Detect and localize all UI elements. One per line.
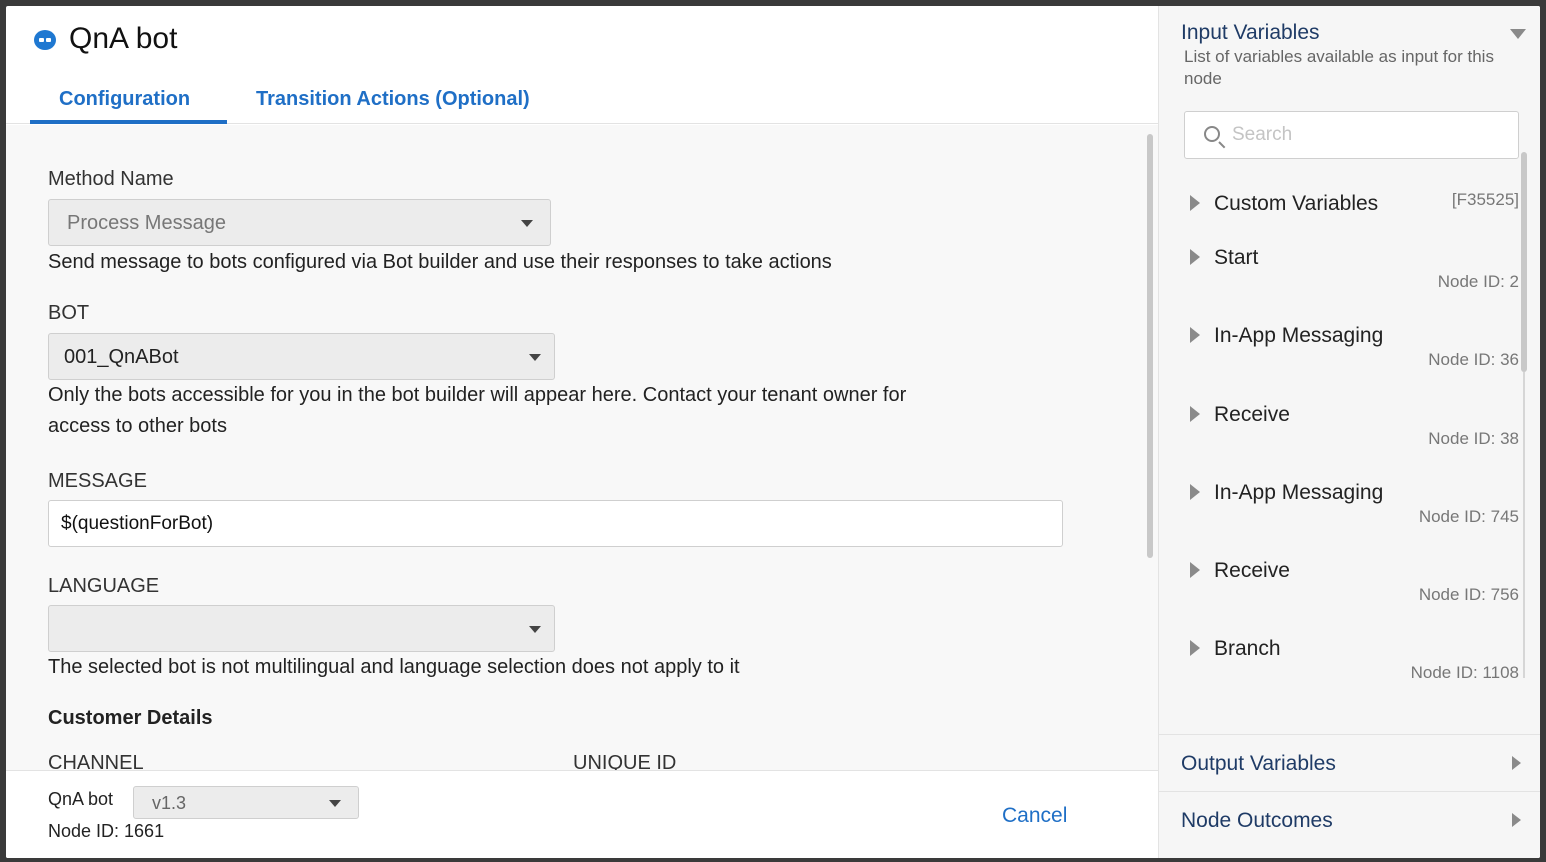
bot-value: 001_QnABot [64, 346, 179, 368]
output-variables-section[interactable]: Output Variables [1159, 734, 1540, 792]
node-outcomes-section[interactable]: Node Outcomes [1159, 791, 1540, 849]
message-value: $(questionForBot) [61, 513, 214, 534]
output-variables-heading: Output Variables [1181, 752, 1336, 775]
tree-item-in-app-messaging[interactable]: In-App Messaging Node ID: 745 [1159, 473, 1540, 533]
caret-right-icon[interactable] [1190, 406, 1200, 422]
caret-right-icon[interactable] [1190, 249, 1200, 265]
tree-item-node-id: Node ID: 1108 [1410, 663, 1519, 682]
variables-scrollbar[interactable] [1521, 152, 1527, 372]
tree-item-label: In-App Messaging [1214, 324, 1384, 347]
caret-right-icon[interactable] [1190, 327, 1200, 343]
tree-item-custom-variables[interactable]: Custom Variables [F35525] [1159, 184, 1540, 244]
tree-item-label: Custom Variables [1214, 192, 1379, 215]
input-variables-description: List of variables available as input for… [1184, 47, 1494, 88]
bot-label: BOT [48, 302, 90, 324]
config-panel: QnA bot Configuration Transition Actions… [6, 6, 1158, 858]
variable-search-box [1184, 111, 1519, 159]
method-help-text: Send message to bots configured via Bot … [48, 251, 832, 273]
collapse-icon[interactable] [1510, 29, 1526, 39]
language-help-text: The selected bot is not multilingual and… [48, 656, 740, 678]
tree-item-label: Receive [1214, 559, 1290, 582]
caret-right-icon [1512, 756, 1521, 770]
caret-right-icon[interactable] [1190, 562, 1200, 578]
caret-right-icon[interactable] [1190, 195, 1200, 211]
message-label: MESSAGE [48, 470, 147, 492]
footer-node-name: QnA bot [48, 789, 114, 809]
node-outcomes-heading: Node Outcomes [1181, 809, 1333, 832]
language-label: LANGUAGE [48, 575, 160, 597]
tree-item-label: In-App Messaging [1214, 481, 1384, 504]
dialog-header: QnA bot Configuration Transition Actions… [6, 6, 1158, 124]
caret-right-icon[interactable] [1190, 484, 1200, 500]
form-scrollbar[interactable] [1147, 134, 1153, 558]
language-select[interactable] [48, 605, 555, 652]
version-select[interactable]: v1.3 [133, 786, 359, 819]
tree-item-node-id: Node ID: 756 [1418, 585, 1519, 604]
bot-select[interactable]: 001_QnABot [48, 333, 555, 380]
tab-configuration[interactable]: Configuration [59, 88, 190, 111]
tree-item-tag: [F35525] [1451, 190, 1519, 209]
method-name-label: Method Name [48, 168, 174, 190]
tree-item-label: Receive [1214, 403, 1290, 426]
chevron-down-icon [329, 800, 341, 807]
tree-item-node-id: Node ID: 2 [1437, 272, 1519, 291]
tree-item-branch[interactable]: Branch Node ID: 1108 [1159, 629, 1540, 689]
dialog-footer: QnA bot v1.3 Node ID: 1661 Cancel [6, 770, 1158, 858]
tab-transition-actions[interactable]: Transition Actions (Optional) [256, 88, 530, 111]
tree-item-node-id: Node ID: 745 [1418, 507, 1519, 526]
node-config-dialog: QnA bot Configuration Transition Actions… [6, 6, 1540, 858]
tree-item-start[interactable]: Start Node ID: 2 [1159, 238, 1540, 298]
message-input[interactable]: $(questionForBot) [48, 500, 1063, 547]
configuration-form: Method Name Process Message Send message… [6, 125, 1158, 770]
unique-id-label: UNIQUE ID [573, 752, 677, 770]
bot-help-text-line-1: Only the bots accessible for you in the … [48, 384, 907, 406]
chevron-down-icon [529, 354, 541, 361]
tree-item-label: Branch [1214, 637, 1281, 660]
customer-details-heading: Customer Details [48, 707, 213, 729]
bot-help-text-line-2: access to other bots [48, 415, 227, 437]
active-tab-indicator [30, 120, 227, 124]
variables-sidebar: Input Variables List of variables availa… [1158, 6, 1540, 858]
method-name-value: Process Message [67, 212, 226, 234]
tree-item-receive[interactable]: Receive Node ID: 756 [1159, 551, 1540, 611]
search-icon [1204, 126, 1220, 142]
tree-item-label: Start [1214, 246, 1259, 269]
caret-right-icon [1512, 813, 1521, 827]
channel-label: CHANNEL [48, 752, 144, 770]
dialog-title: QnA bot [69, 22, 178, 55]
chevron-down-icon [521, 220, 533, 227]
method-name-select[interactable]: Process Message [48, 199, 551, 246]
variables-scrollbar-track [1523, 372, 1525, 678]
footer-node-id: Node ID: 1661 [48, 821, 165, 841]
tree-item-node-id: Node ID: 38 [1428, 429, 1519, 448]
chevron-down-icon [529, 626, 541, 633]
cancel-button[interactable]: Cancel [1002, 804, 1067, 828]
search-input[interactable] [1232, 120, 1502, 150]
tree-item-receive[interactable]: Receive Node ID: 38 [1159, 395, 1540, 455]
variable-tree: Custom Variables [F35525] Start Node ID:… [1159, 174, 1540, 684]
input-variables-heading[interactable]: Input Variables [1181, 21, 1320, 45]
version-value: v1.3 [152, 793, 187, 813]
tree-item-in-app-messaging[interactable]: In-App Messaging Node ID: 36 [1159, 316, 1540, 376]
caret-right-icon[interactable] [1190, 640, 1200, 656]
bot-icon [34, 30, 56, 50]
tree-item-node-id: Node ID: 36 [1428, 350, 1519, 369]
